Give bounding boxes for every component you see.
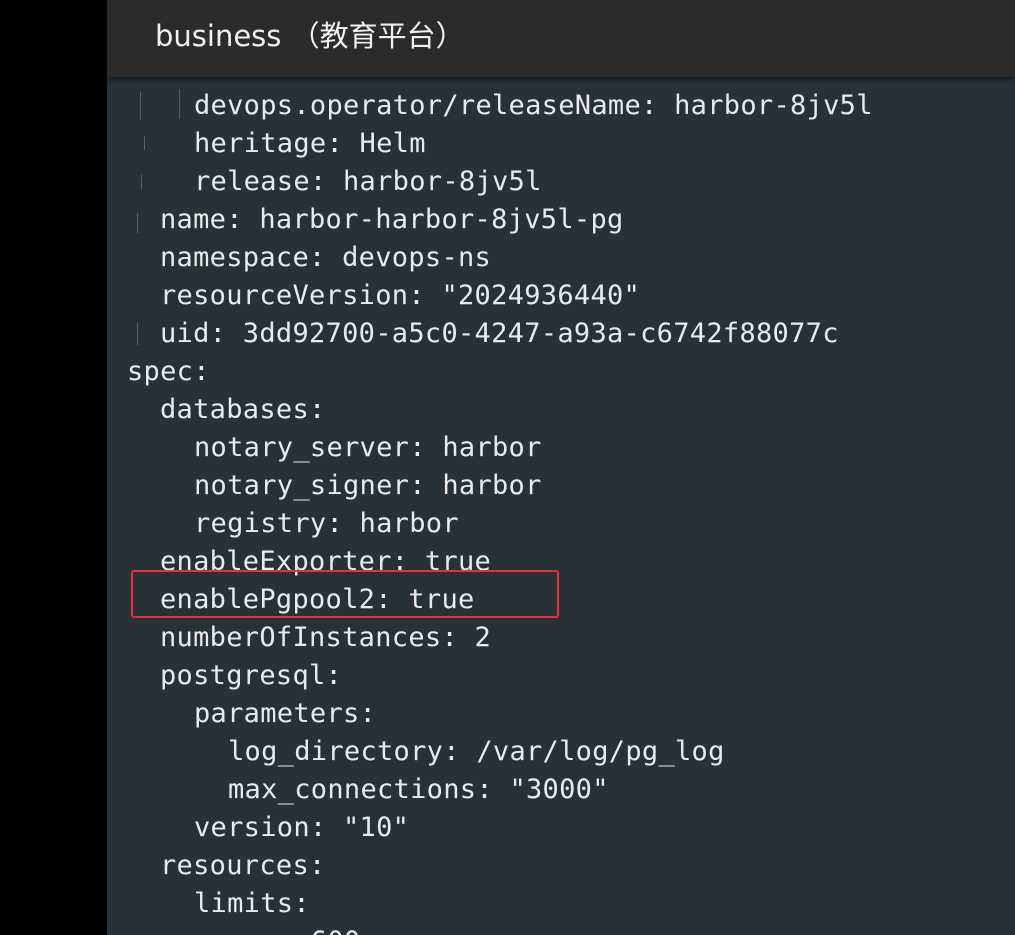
code-line: devops.operator/releaseName: harbor-8jv5…	[194, 90, 873, 121]
yaml-viewer-panel: business （教育平台） devops.operator/releaseN…	[107, 0, 1015, 935]
code-line: heritage: Helm	[194, 128, 426, 159]
yaml-code-area[interactable]: devops.operator/releaseName: harbor-8jv5…	[107, 87, 1015, 935]
code-line: resources:	[160, 850, 326, 881]
code-line: max_connections: "3000"	[228, 774, 609, 805]
code-line: resourceVersion: "2024936440"	[160, 280, 641, 311]
code-line: name: harbor-harbor-8jv5l-pg	[160, 204, 624, 235]
code-line: release: harbor-8jv5l	[194, 166, 542, 197]
code-line: version: "10"	[194, 812, 410, 843]
left-black-margin	[0, 0, 107, 935]
code-line: notary_server: harbor	[194, 432, 542, 463]
code-line: numberOfInstances: 2	[160, 622, 492, 653]
code-line: namespace: devops-ns	[160, 242, 492, 273]
code-line: notary_signer: harbor	[194, 470, 542, 501]
code-line: log_directory: /var/log/pg_log	[228, 736, 725, 767]
panel-header: business （教育平台）	[107, 0, 1015, 77]
code-line: spec:	[127, 356, 210, 387]
code-line: uid: 3dd92700-a5c0-4247-a93a-c6742f88077…	[160, 318, 839, 349]
code-line: databases:	[160, 394, 326, 425]
screenshot-page: business （教育平台） devops.operator/releaseN…	[0, 0, 1015, 935]
code-line: parameters:	[194, 698, 377, 729]
code-line: limits:	[194, 888, 310, 919]
panel-title: business （教育平台）	[155, 19, 465, 53]
code-line: registry: harbor	[194, 508, 459, 539]
highlight-annotation-box	[131, 570, 559, 618]
code-line: cpu: 600m	[107, 923, 377, 935]
code-line: postgresql:	[160, 660, 343, 691]
